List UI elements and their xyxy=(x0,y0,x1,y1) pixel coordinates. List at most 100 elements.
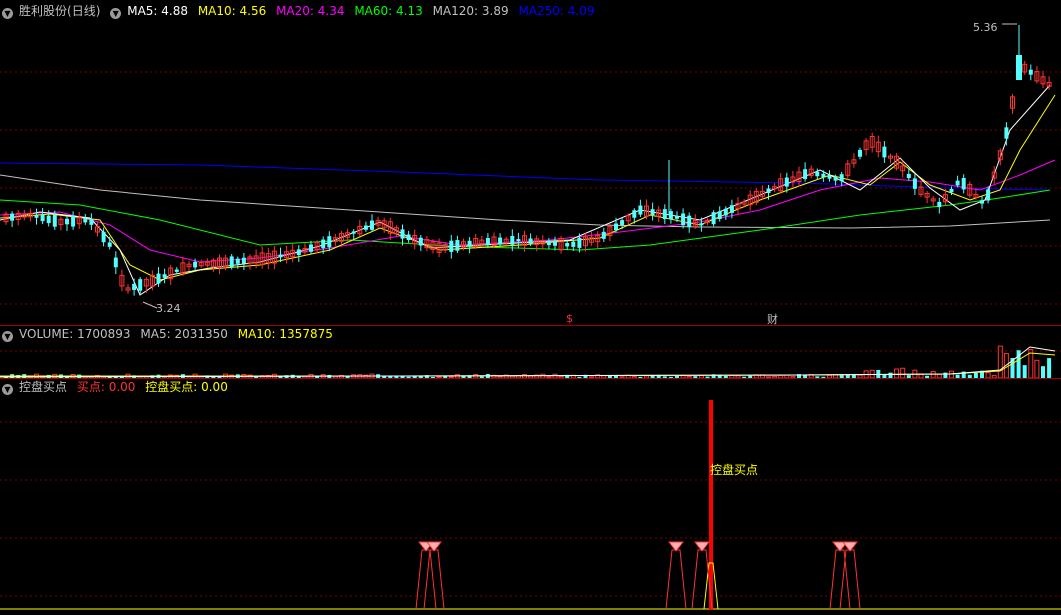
candle-body xyxy=(882,146,887,158)
candle-body xyxy=(949,189,954,193)
candle-body xyxy=(858,149,862,157)
candle-body xyxy=(546,240,551,246)
candle-body xyxy=(229,256,234,268)
volume-ma5: MA5: 2031350 xyxy=(140,327,228,341)
candle-body xyxy=(675,215,679,219)
candle-body xyxy=(89,218,94,225)
candle-body xyxy=(156,273,161,284)
candle-body xyxy=(614,223,618,231)
ma250-label: MA250: 4.09 xyxy=(518,4,595,18)
candle-body xyxy=(961,177,966,190)
volume-bar xyxy=(900,367,906,378)
candle-body xyxy=(717,211,722,219)
stock-name: 胜利股份 xyxy=(19,4,68,18)
candle-body xyxy=(65,218,69,225)
candle-body xyxy=(565,243,570,247)
candle-body xyxy=(449,240,454,252)
volume-bar xyxy=(1041,366,1045,378)
indicator-name: 控盘买点 xyxy=(19,380,68,394)
volume-toggle-icon[interactable]: ▼ xyxy=(2,331,13,342)
candle-body xyxy=(162,274,167,278)
signal-bar xyxy=(709,400,713,610)
candle-body xyxy=(766,188,771,193)
candle-body xyxy=(528,238,533,244)
candle-body xyxy=(101,231,106,243)
financial-report-marker[interactable]: 财 xyxy=(767,311,778,327)
collapse-toggle-icon[interactable]: ▼ xyxy=(2,8,13,19)
candle-body xyxy=(278,254,283,258)
candle-body xyxy=(827,175,832,179)
ma20-label: MA20: 4.34 xyxy=(276,4,345,18)
candlestick-chart[interactable] xyxy=(0,0,1061,325)
candle-body xyxy=(113,257,118,268)
ma60-label: MA60: 4.13 xyxy=(354,4,423,18)
candle-body xyxy=(620,220,625,225)
diamond-icon xyxy=(842,541,858,552)
ma5-line xyxy=(0,84,1051,296)
candle-body xyxy=(638,205,643,215)
candle-body xyxy=(906,173,911,179)
candle-body xyxy=(351,231,356,234)
volume-value: VOLUME: 1700893 xyxy=(19,327,131,341)
candle-body xyxy=(571,241,576,247)
candle-body xyxy=(107,242,112,247)
chart-period: (日线) xyxy=(67,4,101,18)
candle-body xyxy=(363,225,368,230)
candle-body xyxy=(980,200,984,204)
candle-body xyxy=(687,215,692,228)
candle-body xyxy=(601,231,606,239)
indicator-chart[interactable] xyxy=(0,378,1061,615)
candle-body xyxy=(699,223,704,226)
candle-body xyxy=(296,249,301,256)
candle-body xyxy=(174,269,179,272)
candle-body xyxy=(400,229,405,239)
settings-toggle-icon[interactable]: ▼ xyxy=(110,8,122,19)
price-chart-header: ▼ 胜利股份(日线) ▼ MA5: 4.88 MA10: 4.56 MA20: 4.… xyxy=(2,3,601,19)
volume-header: ▼ VOLUME: 1700893 MA5: 2031350 MA10: 1357… xyxy=(2,326,339,342)
candle-body xyxy=(40,214,45,222)
candle-body xyxy=(1028,69,1033,75)
candle-body xyxy=(833,177,838,181)
ma250-line xyxy=(0,162,1051,191)
volume-bar xyxy=(1034,359,1040,378)
diamond-icon xyxy=(694,541,710,552)
candle-body xyxy=(309,244,313,252)
candle-body xyxy=(1016,55,1022,80)
candle-body xyxy=(662,209,667,220)
candle-body xyxy=(235,258,240,264)
candle-body xyxy=(327,236,332,248)
candle-body xyxy=(681,213,686,226)
indicator-pane[interactable]: ▼ 控盘买点 买点: 0.00 控盘买点: 0.00 控盘买点 xyxy=(0,378,1061,615)
candle-body xyxy=(52,214,57,227)
candle-body xyxy=(370,220,374,230)
candle-body xyxy=(321,239,326,249)
buy-point-value: 买点: 0.00 xyxy=(76,380,136,394)
buy-signal-spike xyxy=(423,549,445,610)
ma120-label: MA120: 3.89 xyxy=(432,4,509,18)
candle-body xyxy=(986,189,991,201)
candle-body xyxy=(498,237,503,245)
volume-bar xyxy=(894,368,900,378)
volume-pane[interactable]: ▼ VOLUME: 1700893 MA5: 2031350 MA10: 1357… xyxy=(0,325,1061,378)
candle-body xyxy=(485,237,490,246)
buy-signal-spike xyxy=(839,549,861,610)
indicator-toggle-icon[interactable]: ▼ xyxy=(2,384,13,395)
candle-body xyxy=(803,169,808,180)
candle-body xyxy=(418,237,423,246)
buy-signal-spike xyxy=(415,549,437,610)
candle-body xyxy=(138,279,143,291)
candle-body xyxy=(46,215,51,224)
ma120-line xyxy=(0,174,1051,229)
candle-body xyxy=(723,208,728,216)
low-price-arrow xyxy=(142,301,158,309)
candle-body xyxy=(632,210,637,218)
candle-body xyxy=(577,237,582,248)
volume-ma10-line xyxy=(0,352,1056,377)
candle-body xyxy=(71,215,76,227)
candle-body xyxy=(955,180,960,186)
diamond-icon xyxy=(668,541,684,552)
price-chart-pane[interactable]: ▼ 胜利股份(日线) ▼ MA5: 4.88 MA10: 4.56 MA20: 4.… xyxy=(0,0,1061,327)
dividend-marker[interactable]: $ xyxy=(566,312,573,325)
candle-body xyxy=(34,215,39,218)
candle-body xyxy=(815,171,820,177)
